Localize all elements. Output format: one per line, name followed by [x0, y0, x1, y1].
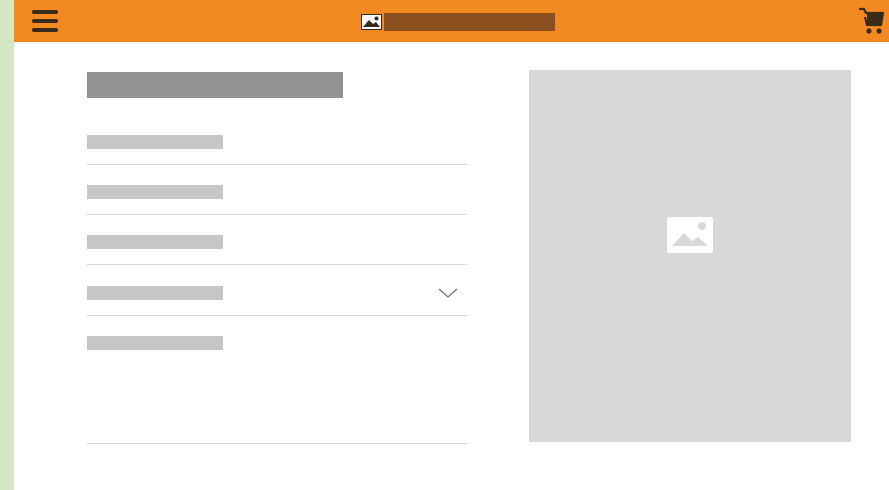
left-edge-strip	[0, 0, 14, 490]
field-label-placeholder	[87, 235, 223, 249]
textarea-underline	[87, 443, 467, 444]
field-underline	[87, 164, 467, 165]
form-section	[87, 72, 467, 452]
field-label-placeholder	[87, 135, 223, 149]
shopping-cart-icon[interactable]	[858, 6, 886, 38]
field-underline	[87, 214, 467, 215]
text-field-1[interactable]	[87, 135, 467, 165]
field-underline	[87, 315, 467, 316]
wireframe-page	[0, 0, 889, 490]
select-dropdown[interactable]	[87, 286, 467, 316]
image-placeholder-icon	[361, 14, 382, 30]
chevron-down-icon[interactable]	[437, 286, 459, 300]
image-placeholder-panel	[529, 70, 851, 442]
form-title-placeholder	[87, 72, 343, 98]
logo-placeholder[interactable]	[361, 13, 555, 31]
text-field-3[interactable]	[87, 235, 467, 265]
field-label-placeholder	[87, 286, 223, 300]
top-navigation-bar	[14, 0, 889, 42]
hamburger-menu-icon[interactable]	[32, 10, 58, 32]
image-placeholder-icon	[667, 217, 713, 253]
textarea-field[interactable]	[87, 336, 467, 444]
text-field-2[interactable]	[87, 185, 467, 215]
field-label-placeholder	[87, 185, 223, 199]
field-underline	[87, 264, 467, 265]
logo-text-block	[384, 13, 555, 31]
field-label-placeholder	[87, 336, 223, 350]
